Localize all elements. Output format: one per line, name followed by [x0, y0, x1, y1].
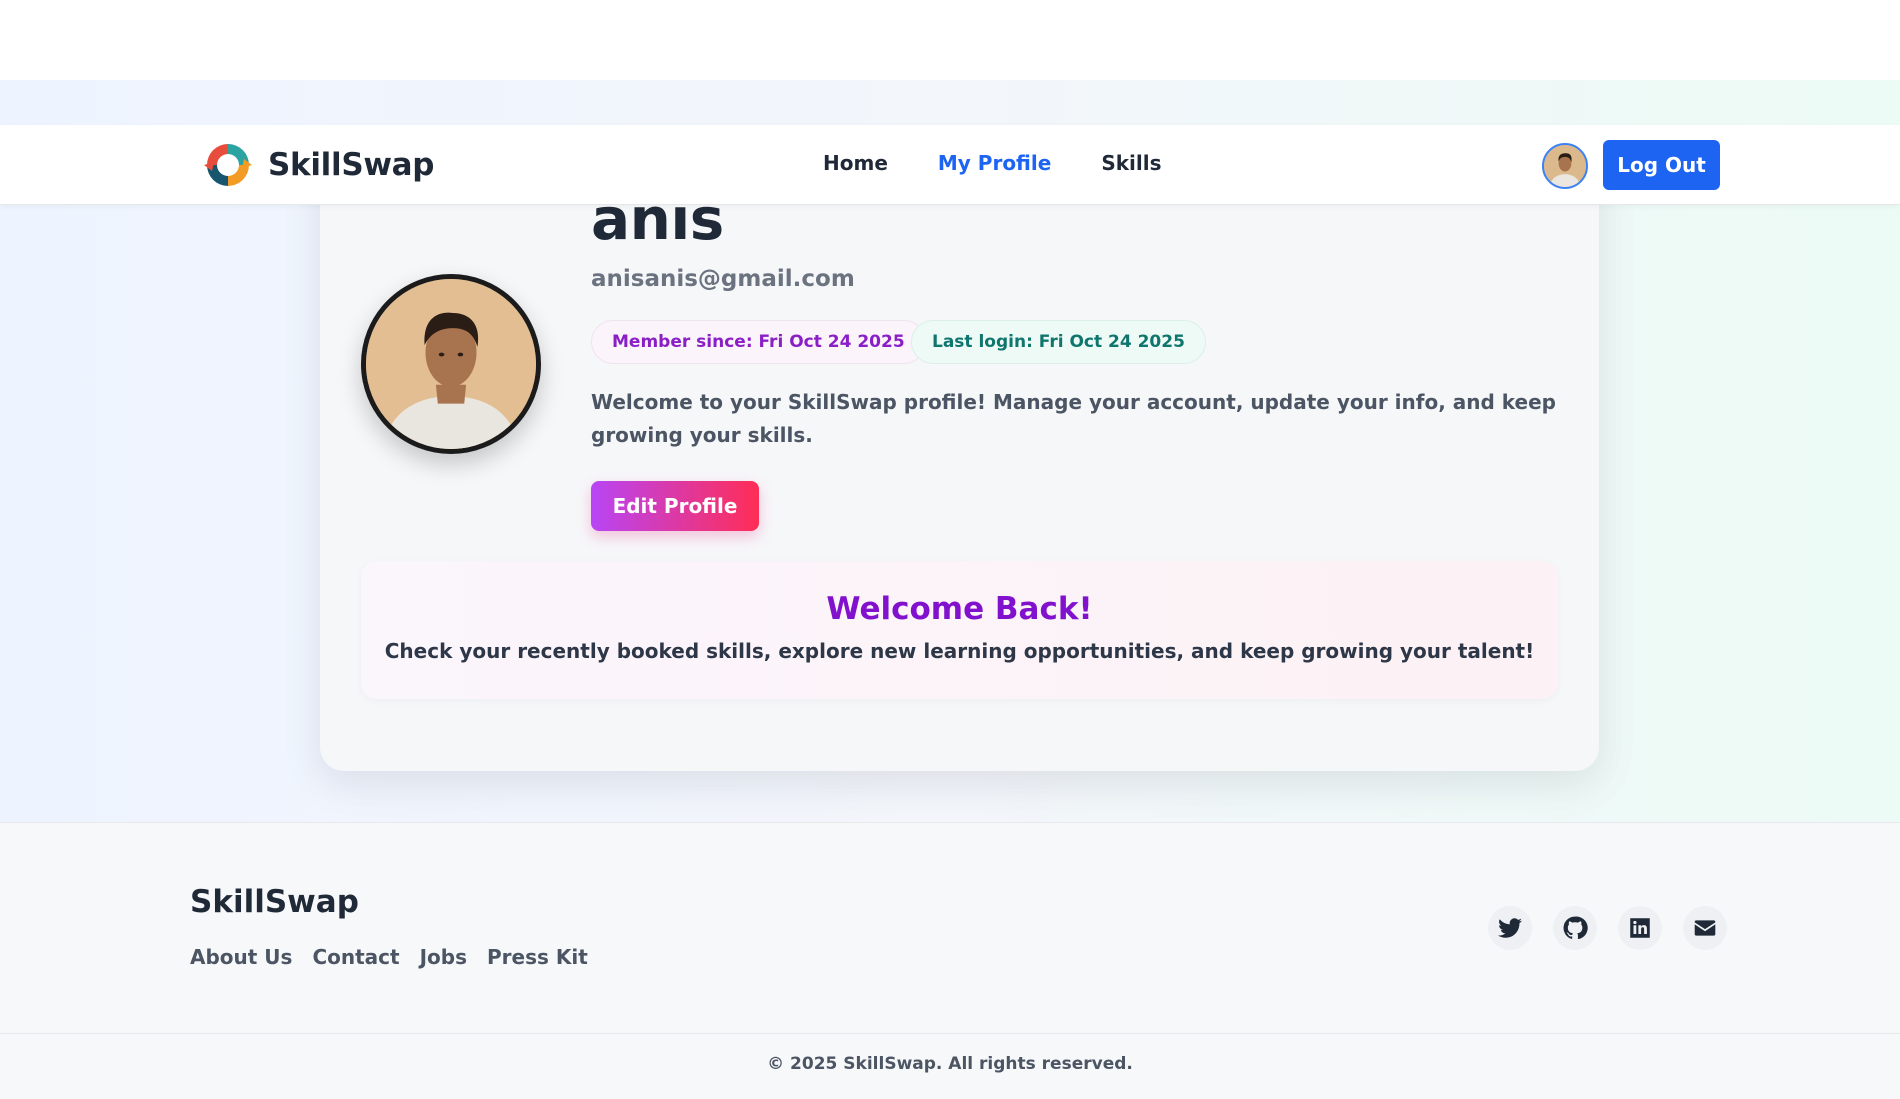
- social-links: [1488, 906, 1727, 950]
- profile-card: anis anisanis@gmail.com Member since: Fr…: [320, 145, 1599, 771]
- nav-link-skills[interactable]: Skills: [1101, 151, 1161, 175]
- footer-brand: SkillSwap: [190, 884, 359, 920]
- footer-bottom-bar: © 2025 SkillSwap. All rights reserved.: [0, 1033, 1900, 1099]
- profile-intro-text: Welcome to your SkillSwap profile! Manag…: [591, 390, 1556, 447]
- welcome-text: Check your recently booked skills, explo…: [384, 639, 1535, 663]
- twitter-button[interactable]: [1488, 906, 1532, 950]
- nav-link-my-profile[interactable]: My Profile: [938, 151, 1051, 175]
- linkedin-icon: [1630, 918, 1650, 938]
- copyright-text: © 2025 SkillSwap. All rights reserved.: [767, 1054, 1133, 1074]
- twitter-icon: [1498, 918, 1522, 938]
- skillswap-logo-icon: [204, 144, 252, 186]
- brand-link[interactable]: SkillSwap: [202, 139, 435, 191]
- github-icon: [1563, 916, 1588, 940]
- github-button[interactable]: [1553, 906, 1597, 950]
- footer-link-jobs[interactable]: Jobs: [420, 945, 467, 969]
- footer-link-contact[interactable]: Contact: [312, 945, 399, 969]
- footer-links: About Us Contact Jobs Press Kit: [190, 945, 588, 969]
- mail-icon: [1694, 920, 1716, 936]
- edit-profile-button[interactable]: Edit Profile: [591, 481, 759, 531]
- page: anis anisanis@gmail.com Member since: Fr…: [0, 0, 1900, 1099]
- person-avatar-icon: [1544, 145, 1586, 187]
- logout-button[interactable]: Log Out: [1603, 140, 1720, 190]
- nav-links: Home My Profile Skills: [823, 151, 1162, 175]
- footer-link-press-kit[interactable]: Press Kit: [487, 945, 588, 969]
- top-spacer: [0, 0, 1900, 80]
- user-avatar[interactable]: [1542, 143, 1588, 189]
- linkedin-button[interactable]: [1618, 906, 1662, 950]
- nav-link-home[interactable]: Home: [823, 151, 888, 175]
- member-since-badge: Member since: Fri Oct 24 2025: [591, 320, 926, 364]
- profile-avatar: [361, 274, 541, 454]
- footer-link-about-us[interactable]: About Us: [190, 945, 292, 969]
- footer: SkillSwap About Us Contact Jobs Press Ki…: [0, 822, 1900, 1099]
- mail-button[interactable]: [1683, 906, 1727, 950]
- brand-name: SkillSwap: [268, 147, 435, 183]
- profile-email: anisanis@gmail.com: [591, 266, 855, 292]
- person-photo-icon: [366, 279, 536, 449]
- welcome-title: Welcome Back!: [826, 591, 1093, 627]
- navbar: SkillSwap Home My Profile Skills Log Out: [0, 125, 1900, 205]
- welcome-back-panel: Welcome Back! Check your recently booked…: [361, 561, 1558, 699]
- last-login-badge: Last login: Fri Oct 24 2025: [911, 320, 1206, 364]
